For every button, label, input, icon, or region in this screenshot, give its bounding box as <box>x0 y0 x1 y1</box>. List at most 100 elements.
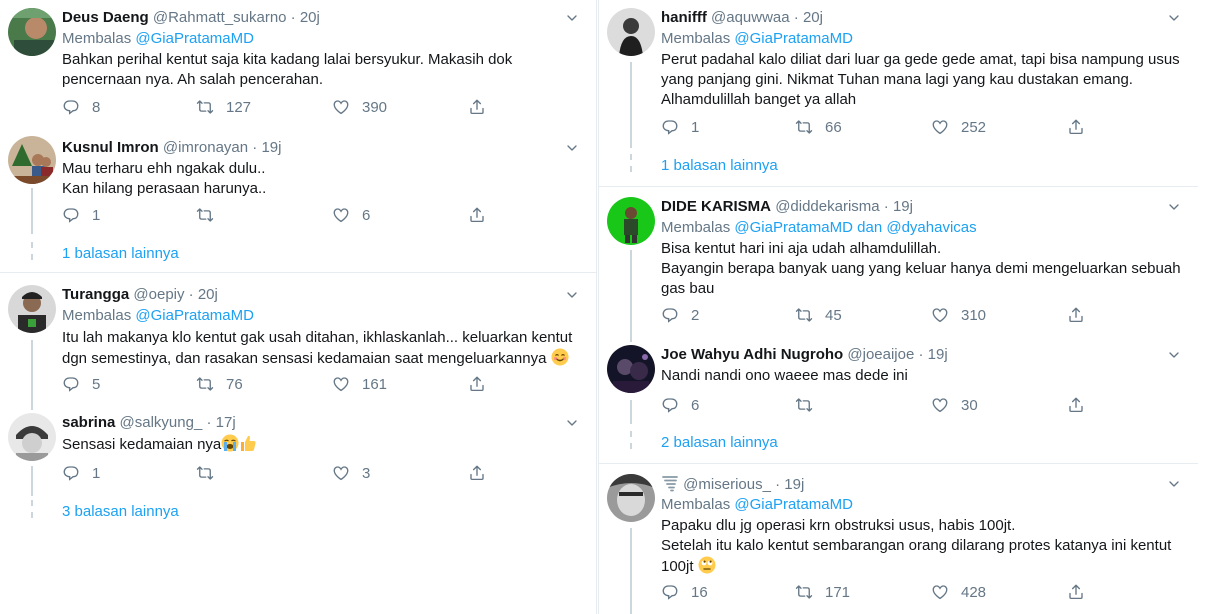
like-icon <box>332 375 350 393</box>
avatar[interactable] <box>607 345 655 393</box>
share-button[interactable] <box>1067 582 1097 602</box>
retweet-button[interactable]: 45 <box>795 305 842 325</box>
mention-link[interactable]: @GiaPratamaMD <box>734 30 853 47</box>
chevron-down-icon[interactable] <box>564 10 580 26</box>
share-button[interactable] <box>1067 395 1097 415</box>
user-name[interactable]: Turangga <box>62 286 129 303</box>
like-button[interactable]: 30 <box>931 395 978 415</box>
user-handle[interactable]: @joeaijoe <box>847 346 914 363</box>
timestamp[interactable]: 20j <box>198 286 218 303</box>
chevron-down-icon[interactable] <box>564 415 580 431</box>
tweet-header: Turangga @oepiy · 20j <box>62 285 218 305</box>
avatar[interactable] <box>8 285 56 333</box>
chevron-down-icon[interactable] <box>1166 347 1182 363</box>
avatar[interactable] <box>8 8 56 56</box>
retweet-icon <box>196 98 214 116</box>
show-more-replies-link[interactable]: 1 balasan lainnya <box>62 244 179 264</box>
avatar[interactable] <box>8 413 56 461</box>
retweet-button[interactable]: 76 <box>196 374 243 394</box>
user-name[interactable]: Kusnul Imron <box>62 139 159 156</box>
retweet-count: 171 <box>825 583 851 601</box>
tweet[interactable]: @miserious_ · 19j Membalas @GiaPratamaMD… <box>599 464 1198 614</box>
tweet[interactable]: Joe Wahyu Adhi Nugroho @joeaijoe · 19j N… <box>599 337 1198 464</box>
avatar[interactable] <box>607 197 655 245</box>
chevron-down-icon[interactable] <box>1166 476 1182 492</box>
replying-to-label: Membalas <box>661 30 731 47</box>
timestamp[interactable]: 17j <box>216 414 236 431</box>
like-button[interactable]: 390 <box>332 97 387 117</box>
mention-link[interactable]: @dyahavicas <box>886 219 976 236</box>
user-name[interactable]: DIDE KARISMA <box>661 198 771 215</box>
like-icon <box>931 583 949 601</box>
reply-button[interactable]: 2 <box>661 305 699 325</box>
tweet[interactable]: Deus Daeng @Rahmatt_sukarno · 20j Membal… <box>0 0 596 130</box>
show-more-replies-link[interactable]: 2 balasan lainnya <box>661 433 778 453</box>
mention-link[interactable]: @GiaPratamaMD <box>135 30 254 47</box>
like-button[interactable]: 6 <box>332 205 370 225</box>
retweet-button[interactable]: 66 <box>795 117 842 137</box>
share-button[interactable] <box>1067 117 1097 137</box>
user-handle[interactable]: @oepiy <box>133 286 184 303</box>
share-button[interactable] <box>468 97 498 117</box>
retweet-button[interactable] <box>795 395 825 415</box>
avatar[interactable] <box>607 474 655 522</box>
user-handle[interactable]: @miserious_ <box>683 476 771 493</box>
timestamp[interactable]: 20j <box>300 9 320 26</box>
timestamp[interactable]: 19j <box>893 198 913 215</box>
user-name[interactable] <box>661 476 679 493</box>
timestamp[interactable]: 19j <box>784 476 804 493</box>
like-button[interactable]: 428 <box>931 582 986 602</box>
tweet[interactable]: DIDE KARISMA @diddekarisma · 19j Membala… <box>599 187 1198 337</box>
mention-link[interactable]: @GiaPratamaMD <box>734 219 853 236</box>
user-handle[interactable]: @imronayan <box>163 139 248 156</box>
share-button[interactable] <box>468 463 498 483</box>
tweet[interactable]: Turangga @oepiy · 20j Membalas @GiaPrata… <box>0 273 596 403</box>
chevron-down-icon[interactable] <box>1166 199 1182 215</box>
user-name[interactable]: Joe Wahyu Adhi Nugroho <box>661 346 843 363</box>
user-handle[interactable]: @aquwwaa <box>711 9 790 26</box>
like-button[interactable]: 310 <box>931 305 986 325</box>
user-name[interactable]: hanifff <box>661 9 707 26</box>
reply-button[interactable]: 8 <box>62 97 100 117</box>
reply-button[interactable]: 5 <box>62 374 100 394</box>
share-button[interactable] <box>468 205 498 225</box>
reply-button[interactable]: 6 <box>661 395 699 415</box>
avatar[interactable] <box>607 8 655 56</box>
show-more-replies-link[interactable]: 1 balasan lainnya <box>661 156 778 176</box>
thread-dots <box>630 431 632 455</box>
reply-button[interactable]: 1 <box>62 463 100 483</box>
mention-link[interactable]: @GiaPratamaMD <box>135 307 254 324</box>
show-more-replies-link[interactable]: 3 balasan lainnya <box>62 502 179 522</box>
timestamp[interactable]: 20j <box>803 9 823 26</box>
tweet-text-line: Bayangin berapa banyak uang yang keluar … <box>661 260 1181 277</box>
tweet[interactable]: Kusnul Imron @imronayan · 19j Mau terhar… <box>0 130 596 270</box>
chevron-down-icon[interactable] <box>1166 10 1182 26</box>
user-handle[interactable]: @Rahmatt_sukarno <box>153 9 287 26</box>
mention-link[interactable]: @GiaPratamaMD <box>734 496 853 513</box>
chevron-down-icon[interactable] <box>564 287 580 303</box>
reply-button[interactable]: 1 <box>62 205 100 225</box>
timestamp[interactable]: 19j <box>261 139 281 156</box>
like-count: 161 <box>362 375 388 393</box>
like-button[interactable]: 161 <box>332 374 387 394</box>
retweet-button[interactable]: 127 <box>196 97 251 117</box>
user-handle[interactable]: @diddekarisma <box>775 198 879 215</box>
share-button[interactable] <box>1067 305 1097 325</box>
retweet-button[interactable] <box>196 463 226 483</box>
like-icon <box>931 118 949 136</box>
avatar[interactable] <box>8 136 56 184</box>
timestamp[interactable]: 19j <box>928 346 948 363</box>
tweet[interactable]: hanifff @aquwwaa · 20j Membalas @GiaPrat… <box>599 0 1198 186</box>
like-button[interactable]: 3 <box>332 463 370 483</box>
retweet-button[interactable]: 171 <box>795 582 850 602</box>
user-handle[interactable]: @salkyung_ <box>120 414 203 431</box>
user-name[interactable]: Deus Daeng <box>62 9 149 26</box>
retweet-button[interactable] <box>196 205 226 225</box>
reply-button[interactable]: 1 <box>661 117 699 137</box>
reply-button[interactable]: 16 <box>661 582 708 602</box>
share-button[interactable] <box>468 374 498 394</box>
user-name[interactable]: sabrina <box>62 414 115 431</box>
like-button[interactable]: 252 <box>931 117 986 137</box>
tweet[interactable]: sabrina @salkyung_ · 17j Sensasi kedamai… <box>0 403 596 530</box>
chevron-down-icon[interactable] <box>564 140 580 156</box>
